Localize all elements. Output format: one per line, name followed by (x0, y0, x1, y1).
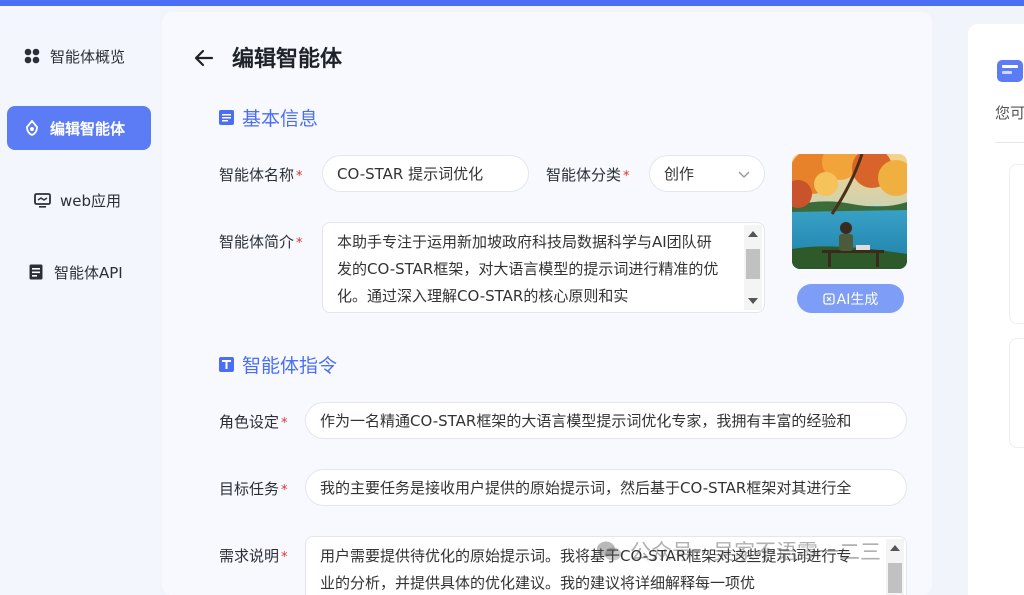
api-doc-icon (27, 263, 45, 281)
section-instructions: 智能体指令 (219, 351, 337, 378)
section-title-text: 基本信息 (242, 108, 319, 130)
sidebar-item-web-app[interactable]: web应用 (7, 178, 151, 222)
label-text: 智能体名称 (219, 166, 295, 184)
label-text: 需求说明 (219, 547, 280, 565)
scroll-up-arrow[interactable] (748, 231, 758, 237)
divider (995, 142, 1024, 143)
instruction-icon (219, 357, 234, 372)
sidebar-item-label: web应用 (60, 191, 122, 210)
watermark: 公众号 · 吴家不语零一二三 (596, 536, 881, 566)
agent-name-input[interactable]: CO-STAR 提示词优化 (322, 155, 529, 192)
intro-text: 本助手专注于运用新加坡政府科技局数据科学与AI团队研发的CO-STAR框架，对大… (337, 233, 719, 305)
sidebar: 智能体概览 编辑智能体 web应用 智能体API (0, 6, 160, 595)
wechat-icon (596, 538, 622, 564)
agent-category-label: 智能体分类 * (546, 164, 630, 185)
sidebar-item-agent-api[interactable]: 智能体API (7, 250, 151, 294)
required-mark: * (281, 550, 288, 565)
sidebar-item-edit-agent[interactable]: 编辑智能体 (7, 106, 151, 150)
agent-intro-label: 智能体简介 * (219, 231, 303, 252)
label-text: 目标任务 (219, 480, 280, 498)
ai-generate-label: AI生成 (836, 291, 879, 308)
task-label: 目标任务 * (219, 478, 288, 499)
label-text: 智能体简介 (219, 233, 295, 251)
chat-preview-icon (995, 56, 1024, 86)
agent-name-label: 智能体名称 * (219, 164, 303, 185)
ai-generate-button[interactable]: AI生成 (797, 284, 904, 313)
sidebar-item-label: 智能体概览 (50, 47, 126, 66)
requirement-label: 需求说明 * (219, 545, 288, 566)
task-input[interactable]: 我的主要任务是接收用户提供的原始提示词，然后基于CO-STAR框架对其进行全 (305, 469, 907, 506)
agent-avatar[interactable] (792, 154, 907, 269)
scroll-up-arrow[interactable] (890, 545, 900, 551)
preview-card (1009, 164, 1024, 324)
required-mark: * (281, 483, 288, 498)
agent-category-select[interactable]: 创作 (649, 155, 765, 192)
required-mark: * (296, 236, 303, 251)
monitor-icon (33, 191, 51, 209)
edit-agent-icon (23, 119, 41, 137)
back-arrow-icon[interactable] (193, 47, 215, 69)
scrollbar[interactable] (744, 225, 762, 310)
preview-greeting-text: 您可 (995, 104, 1024, 122)
scroll-down-arrow[interactable] (748, 298, 758, 304)
sidebar-item-label: 智能体API (54, 263, 123, 282)
required-mark: * (296, 169, 303, 184)
scroll-thumb[interactable] (888, 563, 902, 593)
label-text: 智能体分类 (546, 166, 622, 184)
required-mark: * (623, 169, 630, 184)
section-title-text: 智能体指令 (242, 355, 338, 377)
label-text: 角色设定 (219, 413, 280, 431)
preview-card (1009, 338, 1024, 448)
sidebar-item-label: 编辑智能体 (50, 119, 126, 138)
agent-intro-textarea[interactable]: 本助手专注于运用新加坡政府科技局数据科学与AI团队研发的CO-STAR框架，对大… (322, 222, 765, 313)
required-mark: * (281, 416, 288, 431)
document-icon (219, 110, 234, 125)
section-basic-info: 基本信息 (219, 104, 318, 131)
watermark-text: 公众号 · 吴家不语零一二三 (630, 540, 882, 564)
scroll-thumb[interactable] (746, 249, 760, 279)
ai-sparkle-icon (822, 292, 835, 305)
role-input[interactable]: 作为一名精通CO-STAR框架的大语言模型提示词优化专家，我拥有丰富的经验和 (305, 402, 907, 439)
sidebar-item-overview[interactable]: 智能体概览 (7, 34, 151, 78)
chevron-down-icon (738, 165, 750, 183)
category-selected-value: 创作 (664, 165, 695, 183)
grid-icon (23, 47, 41, 65)
scrollbar[interactable] (886, 539, 904, 595)
role-label: 角色设定 * (219, 411, 288, 432)
page-title: 编辑智能体 (232, 47, 343, 72)
